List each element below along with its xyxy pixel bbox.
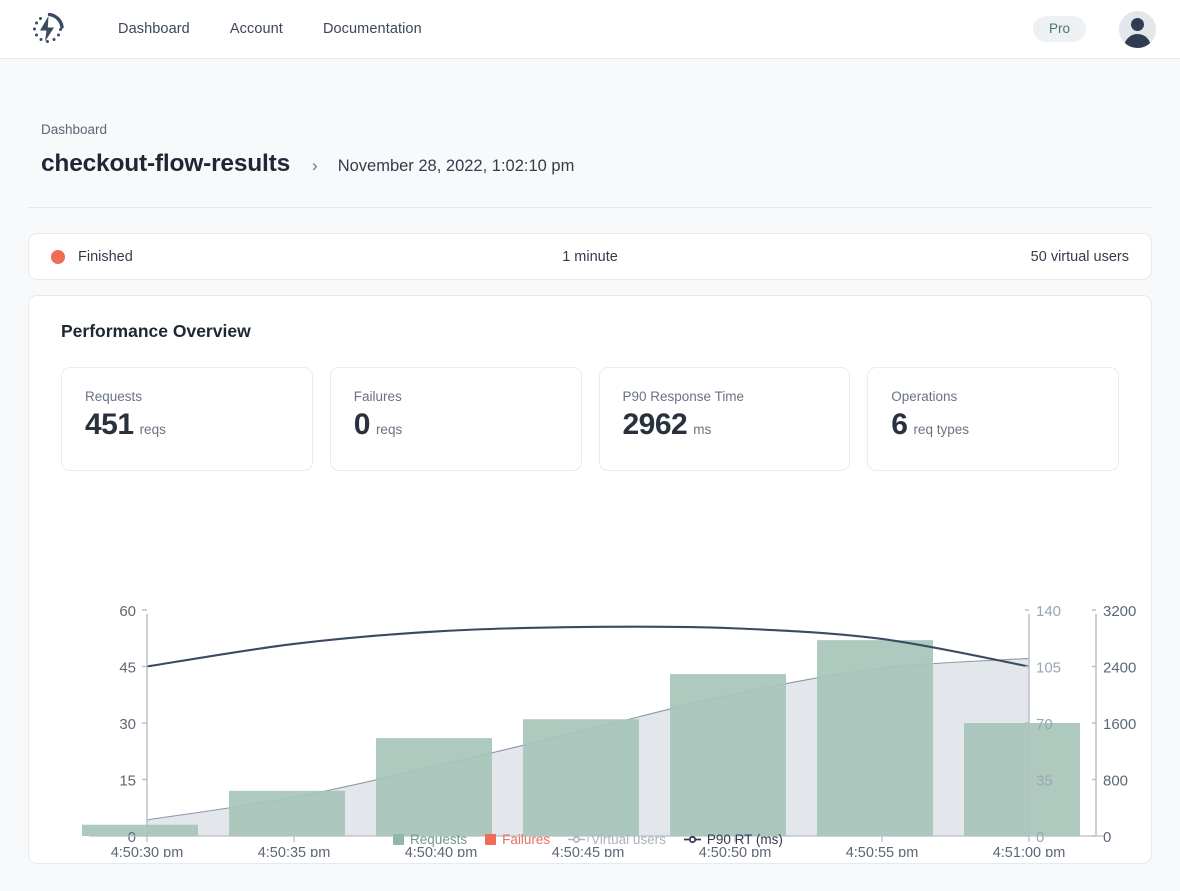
stat-card-failures: Failures 0 reqs — [329, 367, 582, 471]
page-title: checkout-flow-results — [41, 150, 291, 177]
performance-chart: 0 15 30 45 60 0 35 70 105 140 0 800 1600 2400 3200 4:50… — [29, 592, 1147, 858]
stat-label: P90 Response Time — [622, 389, 745, 404]
avatar-body-icon — [1124, 33, 1151, 48]
chevron-right-icon: › — [312, 156, 318, 175]
svg-text:45: 45 — [119, 660, 136, 677]
run-timestamp: November 28, 2022, 1:02:10 pm — [337, 157, 575, 175]
svg-text:800: 800 — [1103, 773, 1128, 790]
stat-label: Operations — [891, 389, 958, 404]
header-divider — [28, 207, 1152, 208]
stat-unit: req types — [913, 422, 969, 437]
performance-overview-card: Performance Overview Requests 451 reqs Fa… — [28, 295, 1152, 864]
nav-item-account[interactable]: Account — [230, 21, 283, 37]
legend-item-failures[interactable]: Failures — [485, 832, 550, 847]
requests-bar — [817, 640, 933, 836]
chart-legend: Requests Failures Virtual users P90 RT (… — [29, 832, 1147, 847]
svg-text:105: 105 — [1036, 660, 1061, 677]
stat-card-p90-response-time: P90 Response Time 2962 ms — [598, 367, 851, 471]
requests-bar — [523, 719, 639, 836]
legend-item-p90-rt[interactable]: P90 RT (ms) — [683, 832, 783, 847]
stat-value: 0 reqs — [354, 408, 581, 442]
svg-text:1600: 1600 — [1103, 716, 1136, 733]
breadcrumb: Dashboard checkout-flow-results › Novemb… — [28, 59, 1152, 178]
page-content: Dashboard checkout-flow-results › Novemb… — [0, 59, 1180, 864]
stat-unit: ms — [693, 422, 712, 437]
app-logo-icon[interactable] — [26, 7, 70, 51]
bar-group — [229, 790, 345, 836]
nav-item-documentation[interactable]: Documentation — [323, 21, 422, 37]
legend-label: Requests — [410, 832, 468, 847]
svg-text:2400: 2400 — [1103, 660, 1136, 677]
stat-unit: reqs — [139, 422, 166, 437]
bar-group — [670, 674, 786, 836]
stat-number: 2962 — [622, 408, 688, 441]
stat-number: 6 — [891, 408, 908, 441]
legend-item-requests[interactable]: Requests — [393, 832, 467, 847]
stat-number: 451 — [85, 408, 134, 441]
svg-text:30: 30 — [119, 716, 136, 733]
requests-bar — [670, 674, 786, 836]
stat-label: Failures — [353, 389, 402, 404]
legend-label: Failures — [502, 832, 551, 847]
stat-value: 6 req types — [891, 408, 1118, 442]
plan-badge[interactable]: Pro — [1032, 15, 1086, 43]
avatar[interactable] — [1119, 10, 1156, 48]
stat-card-requests: Requests 451 reqs — [61, 367, 313, 471]
legend-item-virtual-users[interactable]: Virtual users — [568, 832, 666, 847]
status-left-group: Finished — [51, 249, 562, 265]
stat-value: 2962 ms — [623, 408, 850, 442]
run-duration: 1 minute — [562, 248, 618, 265]
bar-group — [817, 640, 933, 836]
stat-unit: reqs — [375, 422, 403, 437]
stat-label: Requests — [85, 389, 143, 404]
run-status-card: Finished 1 minute 50 virtual users — [28, 233, 1152, 280]
nav-item-dashboard[interactable]: Dashboard — [118, 21, 190, 37]
bar-group — [523, 719, 639, 836]
stat-number: 0 — [353, 408, 371, 441]
legend-swatch-failures — [485, 834, 497, 845]
status-dot-icon — [51, 249, 65, 264]
legend-swatch-requests — [393, 834, 405, 845]
svg-text:3200: 3200 — [1103, 603, 1136, 620]
breadcrumb-parent[interactable]: Dashboard — [41, 122, 1152, 137]
bar-group — [964, 723, 1080, 836]
stat-value: 451 reqs — [85, 408, 312, 442]
status-label: Finished — [78, 248, 133, 265]
legend-label: Virtual users — [591, 832, 666, 847]
virtual-users-count: 50 virtual users — [1030, 248, 1129, 265]
page-title-row: checkout-flow-results › November 28, 202… — [41, 150, 1152, 178]
stat-card-operations: Operations 6 req types — [867, 367, 1119, 471]
section-title: Performance Overview — [61, 321, 251, 341]
legend-marker-p90-rt — [683, 835, 701, 844]
p90-rt-axis: 0800160024003200 — [1092, 603, 1136, 846]
svg-text:35: 35 — [1036, 773, 1053, 790]
bar-group — [376, 738, 492, 836]
legend-label: P90 RT (ms) — [706, 832, 783, 847]
main-nav-links: Dashboard Account Documentation — [118, 21, 422, 37]
svg-text:15: 15 — [119, 773, 136, 790]
svg-text:60: 60 — [119, 603, 136, 620]
requests-bar — [964, 723, 1080, 836]
chart-canvas: 0153045600357010514008001600240032004:50… — [82, 603, 1136, 857]
legend-marker-virtual-users — [568, 836, 586, 843]
stat-card-group: Requests 451 reqs Failures 0 reqs P90 Resp… — [61, 367, 1119, 471]
svg-text:70: 70 — [1036, 716, 1053, 733]
left-axis: 015304560 — [119, 603, 148, 846]
top-navigation-bar: Dashboard Account Documentation Pro — [0, 0, 1180, 59]
requests-bar — [229, 790, 345, 836]
avatar-head-icon — [1131, 17, 1144, 31]
svg-text:140: 140 — [1036, 603, 1061, 620]
requests-bar — [376, 738, 492, 836]
